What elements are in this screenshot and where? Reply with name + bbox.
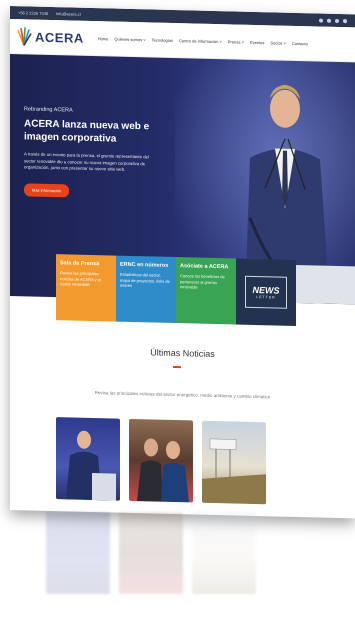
- brand-name: ACERA: [35, 29, 84, 46]
- news-card-3-photo: [202, 438, 266, 505]
- news-card-3[interactable]: [202, 420, 266, 505]
- tile-desc: Revisa las principales noticias de ACERA…: [60, 270, 101, 287]
- logo-rays-icon: [17, 27, 32, 46]
- phone-text[interactable]: +56 2 2236 7348: [18, 10, 48, 16]
- tile-ernc-numeros[interactable]: ERNC en números Estadísticas del sector,…: [116, 255, 176, 324]
- nav-item-contacto[interactable]: Contacto: [292, 40, 308, 45]
- page-reflection: [46, 512, 266, 602]
- nav-item-tecnologias[interactable]: Tecnologías: [152, 37, 173, 43]
- more-info-button[interactable]: Más información: [24, 182, 70, 197]
- newsletter-sub: LETTER: [256, 295, 276, 300]
- tile-title: Asóciate a ACERA: [180, 263, 229, 271]
- tile-sala-prensa[interactable]: Sala de Prensa Revisa las principales no…: [56, 254, 116, 322]
- news-card-2[interactable]: [129, 418, 193, 503]
- tile-title: Sala de Prensa: [60, 260, 100, 268]
- news-cards: [56, 417, 266, 505]
- newsletter-badge: NEWS LETTER: [245, 275, 287, 309]
- news-card-1[interactable]: [56, 417, 120, 501]
- nav-item-home[interactable]: Home: [98, 36, 109, 41]
- hero-text-block: Rebranding ACERA ACERA lanza nueva web e…: [24, 106, 159, 199]
- tile-newsletter[interactable]: NEWS LETTER: [236, 258, 296, 326]
- reflection-card-1: [46, 512, 110, 594]
- tile-desc: Conoce los beneficios de pertenecer al g…: [180, 273, 225, 290]
- feature-tiles: Sala de Prensa Revisa las principales no…: [56, 254, 296, 326]
- news-section-subtitle: Revisa las principales noticias del sect…: [94, 390, 271, 400]
- nav-item-socios[interactable]: Socios ˅: [270, 40, 285, 45]
- news-card-2-photo: [137, 438, 189, 503]
- newsletter-word: NEWS: [252, 284, 280, 296]
- nav-item-quienes-somos[interactable]: Quiénes somos ˅: [114, 36, 145, 42]
- acera-logo[interactable]: ACERA: [16, 26, 84, 48]
- screenshot-stage: +56 2 2236 7348 info@acera.cl ACERA Home…: [0, 0, 355, 632]
- tile-title: ERNC en números: [120, 261, 169, 269]
- hero-body: A través de un evento para la prensa, el…: [24, 151, 149, 172]
- news-card-1-photo: [66, 430, 116, 501]
- title-accent-line: [173, 365, 181, 368]
- nav-item-prensa[interactable]: Prensa ˅: [228, 39, 244, 44]
- social-links: [319, 18, 347, 23]
- reflection-card-3: [192, 512, 256, 594]
- hero-eyebrow: Rebranding ACERA: [24, 106, 73, 114]
- podium: [295, 264, 355, 305]
- news-section-title: Últimas Noticias: [150, 347, 215, 360]
- linkedin-icon[interactable]: [335, 18, 339, 23]
- reflection-card-2: [119, 512, 183, 594]
- website-page: +56 2 2236 7348 info@acera.cl ACERA Home…: [10, 6, 355, 519]
- hero-headline: ACERA lanza nueva web e imagen corporati…: [24, 118, 150, 145]
- facebook-icon[interactable]: [319, 18, 323, 23]
- youtube-icon[interactable]: [343, 18, 347, 23]
- tile-desc: Estadísticas del sector, mapa de proyect…: [120, 271, 170, 288]
- nav-item-centro-informacion[interactable]: Centro de información ˅: [179, 38, 222, 44]
- nav-menu: Home Quiénes somos ˅ Tecnologías Centro …: [98, 36, 308, 46]
- tile-asociate[interactable]: Asóciate a ACERA Conoce los beneficios d…: [176, 257, 236, 325]
- email-text[interactable]: info@acera.cl: [56, 11, 81, 17]
- twitter-icon[interactable]: [327, 18, 331, 23]
- nav-item-eventos[interactable]: Eventos: [250, 39, 264, 44]
